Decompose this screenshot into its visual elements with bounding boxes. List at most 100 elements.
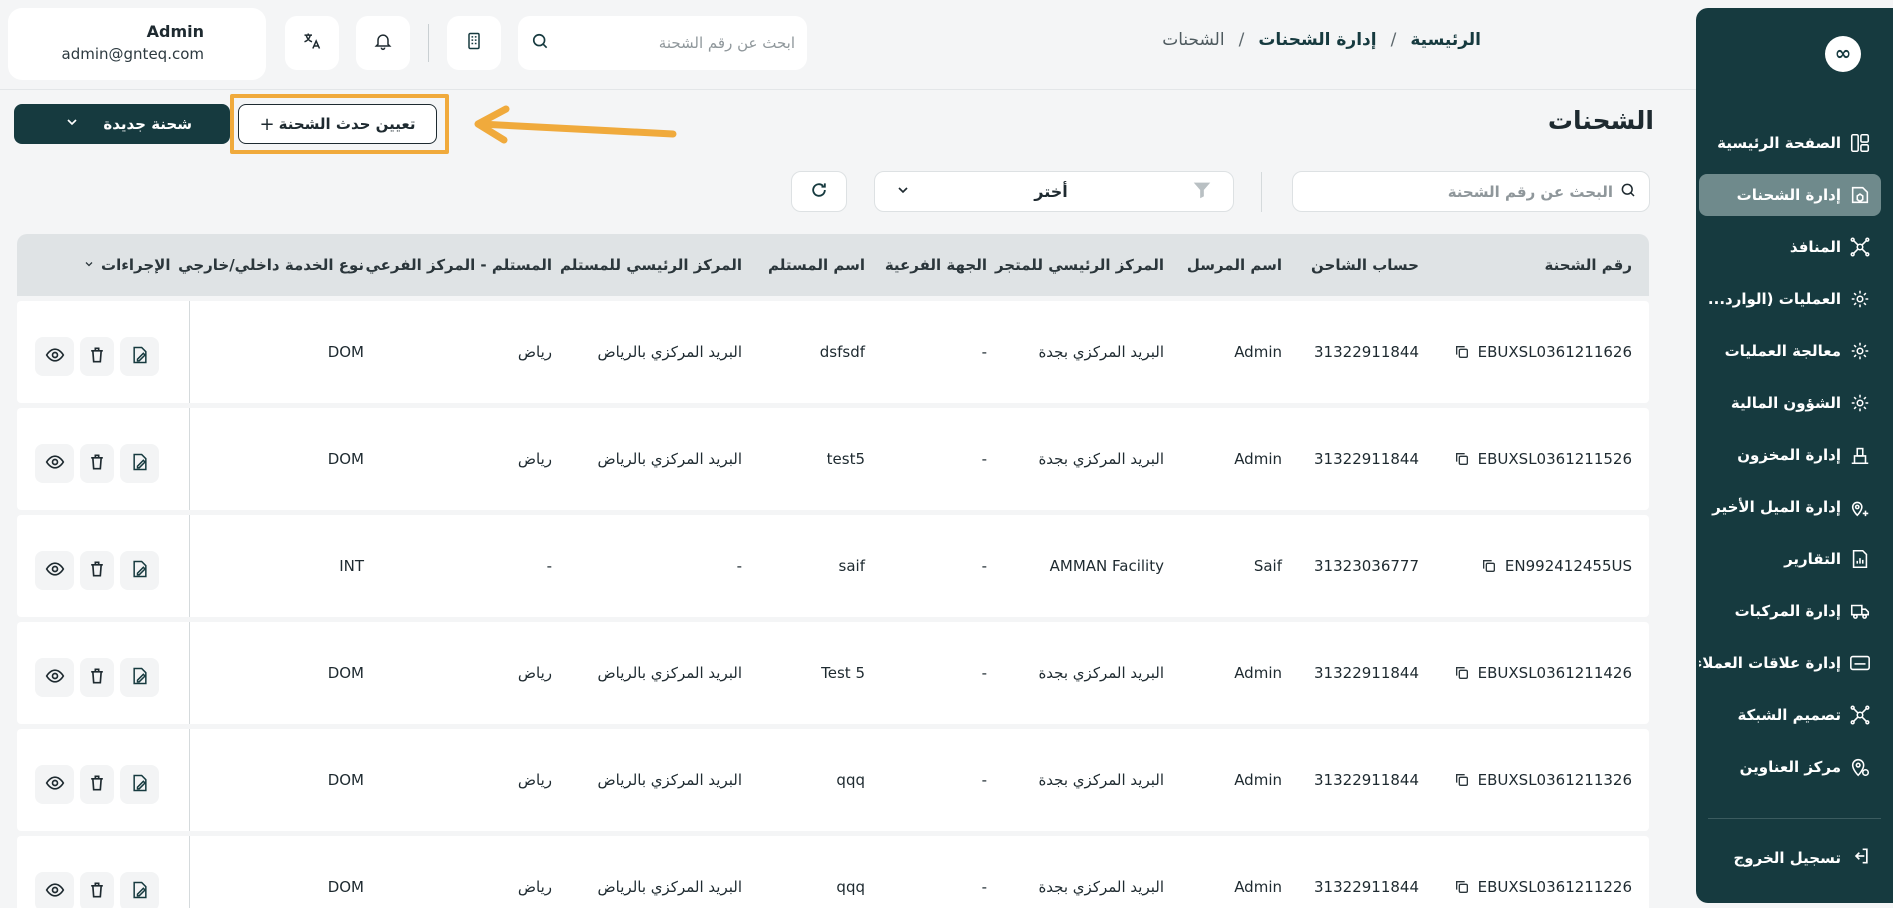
cell-service-type: DOM [327,450,364,468]
sidebar-item-12[interactable]: تصميم الشبكة [1699,689,1881,741]
translate-icon [302,31,322,55]
view-button[interactable] [35,444,74,483]
table-row[interactable]: EBUXSL0361211526 31322911844 Admin البريد ا… [17,408,1649,510]
delete-button[interactable] [80,872,114,908]
edit-button[interactable] [120,658,159,697]
delete-button[interactable] [80,444,114,483]
user-card[interactable]: Admin admin@gnteq.com [8,8,266,80]
copy-icon[interactable] [1454,344,1470,360]
header-actions[interactable]: الإجراءات [83,234,170,296]
sidebar-item-label: مركز العناوين [1739,758,1841,776]
view-button[interactable] [35,872,74,908]
table-header: رقم الشحنة حساب الشاحن اسم المرسل المركز… [17,234,1649,296]
breadcrumb-section[interactable]: إدارة الشحنات [1258,30,1376,50]
header-receiver-hub[interactable]: المركز الرئيسي للمستلم [560,234,742,296]
cell-receiver-hub: - [736,557,742,575]
edit-button[interactable] [120,765,159,804]
edit-button[interactable] [120,551,159,590]
sidebar-item-label: إدارة المخزون [1737,446,1841,464]
cell-sender-name: Admin [1234,771,1282,789]
row-actions [35,444,159,483]
row-actions [35,551,159,590]
sidebar-item-7[interactable]: إدارة المخزون [1699,429,1881,481]
table-row[interactable]: EBUXSL0361211426 31322911844 Admin البريد ا… [17,622,1649,724]
shipment-search[interactable] [1292,171,1650,212]
table-row[interactable]: EBUXSL0361211226 31322911844 Admin البريد ا… [17,836,1649,908]
header-shipper-account[interactable]: حساب الشاحن [1311,234,1419,296]
eye-icon [45,880,65,904]
edit-button[interactable] [120,872,159,908]
copy-icon[interactable] [1454,665,1470,681]
view-button[interactable] [35,551,74,590]
top-divider [428,24,429,62]
header-store-hub[interactable]: المركز الرئيسي للمتجر [995,234,1164,296]
sidebar-item-9[interactable]: التقارير [1699,533,1881,585]
delete-button[interactable] [80,658,114,697]
copy-icon[interactable] [1454,451,1470,467]
sidebar-item-13[interactable]: مركز العناوين [1699,741,1881,793]
sidebar-item-2[interactable]: إدارة الشحنات [1699,174,1881,216]
copy-icon[interactable] [1454,879,1470,895]
trash-icon [87,345,107,369]
cell-branch: - [981,557,987,575]
building-button[interactable] [447,16,501,70]
cell-store-hub: البريد المركزي بجدة [1038,450,1164,468]
view-button[interactable] [35,337,74,376]
truck-icon [1849,600,1871,622]
table-row[interactable]: EBUXSL0361211626 31322911844 Admin البريد ا… [17,301,1649,403]
header-shipment-no[interactable]: رقم الشحنة [1544,234,1632,296]
edit-document-icon [130,345,150,369]
sidebar-item-4[interactable]: العمليات (الوارد... [1699,273,1881,325]
logout-button[interactable]: تسجيل الخروج [1734,846,1872,870]
header-branch[interactable]: الجهة الفرعية [885,234,987,296]
cell-receiver-name: qqq [836,771,865,789]
delete-button[interactable] [80,337,114,376]
actions-divider [189,622,190,724]
breadcrumb-home[interactable]: الرئيسية [1410,30,1481,50]
sidebar-item-11[interactable]: إدارة علاقات العملاء [1699,637,1881,689]
cell-service-type: INT [339,557,364,575]
header-service-type[interactable]: نوع الخدمة داخلي/خارجي [178,234,364,296]
sidebar-item-5[interactable]: معالجة العمليات [1699,325,1881,377]
cell-shipper-account: 31323036777 [1314,557,1419,575]
sidebar-item-10[interactable]: إدارة المركبات [1699,585,1881,637]
cell-store-hub: AMMAN Facility [1049,557,1164,575]
cell-receiver-hub: البريد المركزي بالرياض [597,450,742,468]
shipment-search-input[interactable] [1305,182,1613,201]
refresh-button[interactable] [791,171,847,212]
notifications-button[interactable] [356,16,410,70]
top-search[interactable] [518,16,807,70]
sidebar-item-6[interactable]: الشؤون المالية [1699,377,1881,429]
top-search-input[interactable] [550,34,795,52]
assign-shipment-event-button[interactable]: تعيين حدث الشحنة + [238,104,437,144]
sidebar-item-1[interactable]: الصفحة الرئيسية [1699,117,1881,169]
header-receiver-name[interactable]: اسم المستلم [768,234,865,296]
table-row[interactable]: EBUXSL0361211326 31322911844 Admin البريد ا… [17,729,1649,831]
sidebar-item-8[interactable]: إدارة الميل الأخير [1699,481,1881,533]
filter-select[interactable]: أختر [874,171,1234,212]
sidebar-item-label: الصفحة الرئيسية [1717,134,1841,152]
copy-icon[interactable] [1481,558,1497,574]
cell-receiver-branch: رياض [517,450,552,468]
shipment-number: EBUXSL0361211226 [1477,878,1632,896]
view-button[interactable] [35,765,74,804]
sidebar-item-3[interactable]: المنافذ [1699,221,1881,273]
delete-button[interactable] [80,551,114,590]
cell-branch: - [981,878,987,896]
view-button[interactable] [35,658,74,697]
translate-button[interactable] [285,16,339,70]
edit-button[interactable] [120,337,159,376]
copy-icon[interactable] [1454,772,1470,788]
edit-button[interactable] [120,444,159,483]
refresh-icon [809,180,829,204]
delete-button[interactable] [80,765,114,804]
report-icon [1849,548,1871,570]
breadcrumb-separator: / [1238,30,1245,50]
header-receiver-branch[interactable]: المستلم - المركز الفرعي [365,234,552,296]
table-row[interactable]: EN992412455US 31323036777 Saif AMMAN Facili… [17,515,1649,617]
new-shipment-button[interactable]: شحنة جديدة [14,104,230,144]
cell-branch: - [981,450,987,468]
header-sender-name[interactable]: اسم المرسل [1187,234,1282,296]
chevron-down-icon [83,256,95,274]
shipment-number: EBUXSL0361211626 [1477,343,1632,361]
